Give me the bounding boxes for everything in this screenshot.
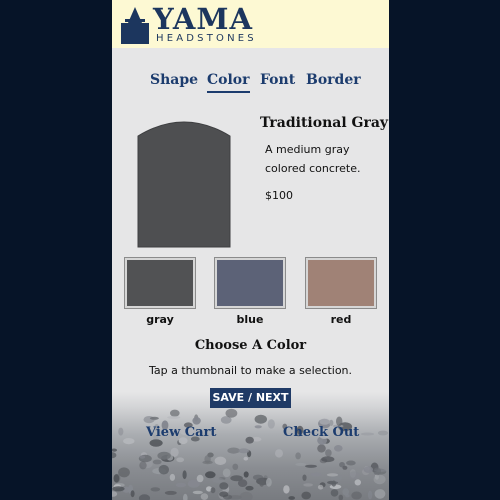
app-screen: YAMA HEADSTONES Shape Color Font Border …: [112, 0, 389, 500]
swatch-label-red: red: [330, 313, 352, 326]
swatch-red-color: [308, 260, 374, 306]
save-next-button[interactable]: SAVE / NEXT: [210, 388, 291, 408]
swatch-blue[interactable]: [214, 257, 286, 309]
swatch-red[interactable]: [305, 257, 377, 309]
tab-border[interactable]: Border: [306, 70, 361, 90]
swatch-label-blue: blue: [236, 313, 264, 326]
tab-font[interactable]: Font: [260, 70, 295, 90]
selection-description: A medium gray colored concrete.: [265, 143, 361, 175]
selection-price: $100: [265, 189, 293, 202]
headstone-preview: [137, 121, 231, 248]
gravel-background: [112, 392, 389, 500]
brand-name[interactable]: YAMA: [153, 2, 253, 36]
swatch-gray[interactable]: [124, 257, 196, 309]
headstone-logo-icon: [121, 7, 149, 44]
gravel-texture: [112, 408, 389, 500]
check-out-link[interactable]: Check Out: [283, 424, 359, 442]
tab-shape[interactable]: Shape: [150, 70, 198, 90]
chooser-title: Choose A Color: [194, 338, 307, 353]
swatch-gray-color: [127, 260, 193, 306]
swatch-label-gray: gray: [146, 313, 174, 326]
view-cart-link[interactable]: View Cart: [146, 424, 216, 442]
selection-title: Traditional Gray: [260, 115, 389, 131]
swatch-blue-color: [217, 260, 283, 306]
customization-tabs: Shape Color Font Border: [112, 70, 389, 94]
brand-tagline: HEADSTONES: [156, 33, 257, 44]
header: YAMA HEADSTONES: [112, 0, 389, 48]
chooser-hint: Tap a thumbnail to make a selection.: [148, 364, 353, 377]
tab-color[interactable]: Color: [207, 70, 250, 93]
